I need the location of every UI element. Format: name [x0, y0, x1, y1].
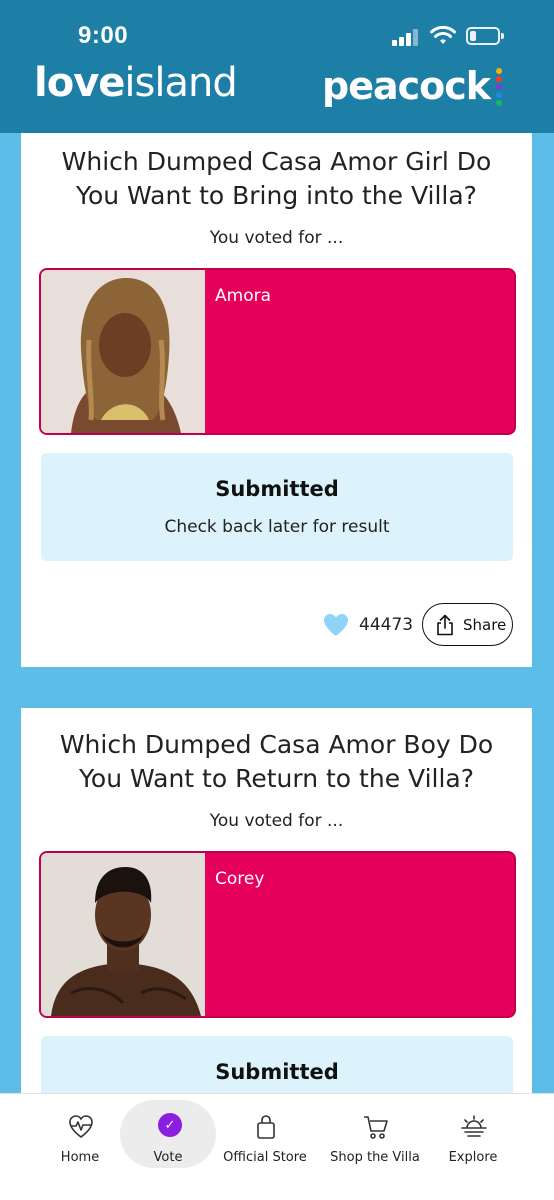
- share-icon: [437, 614, 453, 636]
- voted-for-label: You voted for ...: [209, 228, 344, 248]
- share-button[interactable]: Share: [422, 603, 513, 646]
- nav-home[interactable]: Home: [30, 1100, 130, 1168]
- battery-icon: [466, 27, 504, 45]
- submitted-status-box: Submitted Check back later for result: [41, 453, 513, 561]
- status-time: 9:00: [78, 22, 129, 49]
- poll-card: Which Dumped Casa Amor Boy Do You Want t…: [21, 708, 532, 1144]
- status-bar: 9:00: [0, 0, 554, 60]
- nav-vote[interactable]: ✓ Vote: [120, 1100, 216, 1168]
- nav-label: Explore: [448, 1150, 498, 1165]
- voted-contestant-card[interactable]: Corey: [39, 851, 516, 1018]
- check-circle-icon: ✓: [158, 1113, 182, 1137]
- nav-label: Shop the Villa: [330, 1150, 420, 1165]
- submitted-note: Check back later for result: [164, 517, 390, 537]
- share-label: Share: [463, 616, 507, 634]
- peacock-logo: peacock: [322, 64, 491, 108]
- peacock-dots-icon: [496, 68, 504, 110]
- contestant-photo: [41, 853, 205, 1016]
- bottom-navigation: Home ✓ Vote Official Store Shop the Vill…: [0, 1093, 554, 1200]
- cart-icon: [364, 1116, 388, 1139]
- nav-label: Home: [60, 1150, 100, 1165]
- app-header: 9:00 loveisland peacock: [0, 0, 554, 133]
- heartbeat-icon: [69, 1115, 93, 1139]
- like-count: 44473: [359, 615, 414, 635]
- contestant-photo: [41, 270, 205, 433]
- voted-for-label: You voted for ...: [209, 811, 344, 831]
- voted-contestant-card[interactable]: Amora: [39, 268, 516, 435]
- poll-question: Which Dumped Casa Amor Boy Do You Want t…: [59, 730, 494, 793]
- nav-label: Vote: [153, 1150, 183, 1165]
- love-island-logo: loveisland: [34, 60, 238, 106]
- nav-explore[interactable]: Explore: [423, 1100, 523, 1168]
- poll-card: Which Dumped Casa Amor Girl Do You Want …: [21, 133, 532, 667]
- bag-icon: [257, 1115, 275, 1139]
- nav-official-store[interactable]: Official Store: [215, 1100, 315, 1168]
- nav-shop-the-villa[interactable]: Shop the Villa: [325, 1100, 425, 1168]
- submitted-title: Submitted: [215, 1060, 339, 1084]
- nav-label: Official Store: [223, 1150, 307, 1165]
- submitted-title: Submitted: [215, 477, 339, 501]
- poll-question: Which Dumped Casa Amor Girl Do You Want …: [61, 147, 492, 210]
- contestant-name: Amora: [215, 286, 271, 306]
- contestant-name: Corey: [215, 869, 265, 889]
- sunset-icon: [461, 1115, 487, 1137]
- wifi-icon: [430, 26, 456, 44]
- heart-icon[interactable]: [323, 613, 349, 637]
- signal-icon: [392, 28, 420, 46]
